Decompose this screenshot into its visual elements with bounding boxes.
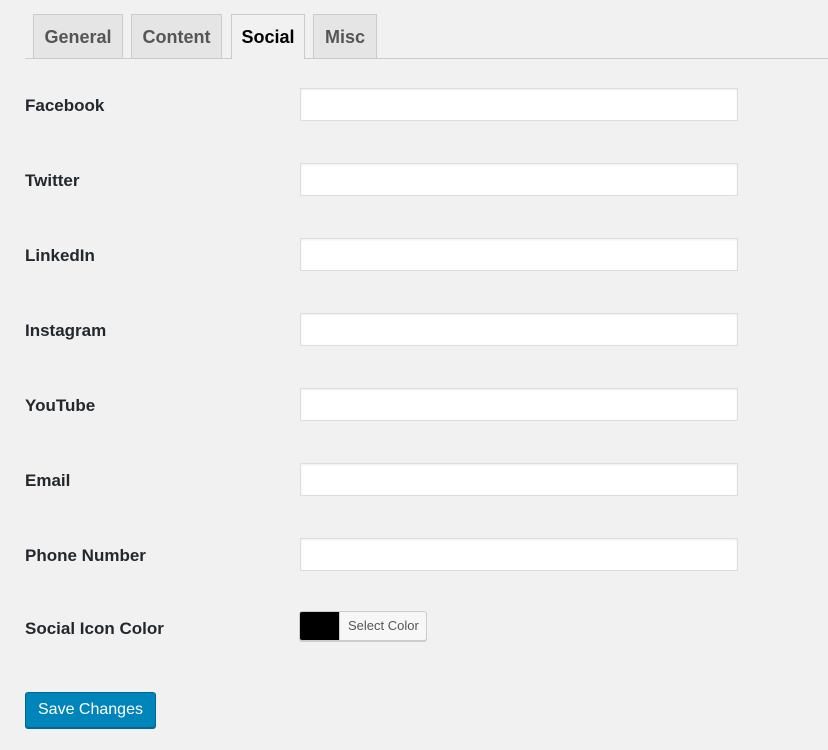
instagram-label: Instagram [25,321,107,340]
color-swatch [300,612,339,640]
youtube-label: YouTube [25,396,96,415]
twitter-input[interactable] [300,163,738,196]
facebook-label: Facebook [25,96,105,115]
youtube-input[interactable] [300,388,738,421]
tab-bar: General Content Social Misc [25,0,828,59]
color-picker-button[interactable]: Select Color [299,611,427,641]
tab-general[interactable]: General [33,14,123,58]
email-label: Email [25,471,71,490]
settings-page: General Content Social Misc Facebook Twi… [0,0,828,750]
save-changes-button[interactable]: Save Changes [25,692,156,728]
social-icon-color-label: Social Icon Color [25,619,164,638]
phone-number-input[interactable] [300,538,738,571]
linkedin-input[interactable] [300,238,738,271]
instagram-input[interactable] [300,313,738,346]
tab-social[interactable]: Social [231,14,305,59]
tab-misc[interactable]: Misc [313,14,377,58]
email-input[interactable] [300,463,738,496]
linkedin-label: LinkedIn [25,246,95,265]
phone-number-label: Phone Number [25,546,146,565]
select-color-label: Select Color [339,612,426,640]
facebook-input[interactable] [300,88,738,121]
twitter-label: Twitter [25,171,80,190]
tab-content[interactable]: Content [131,14,222,58]
